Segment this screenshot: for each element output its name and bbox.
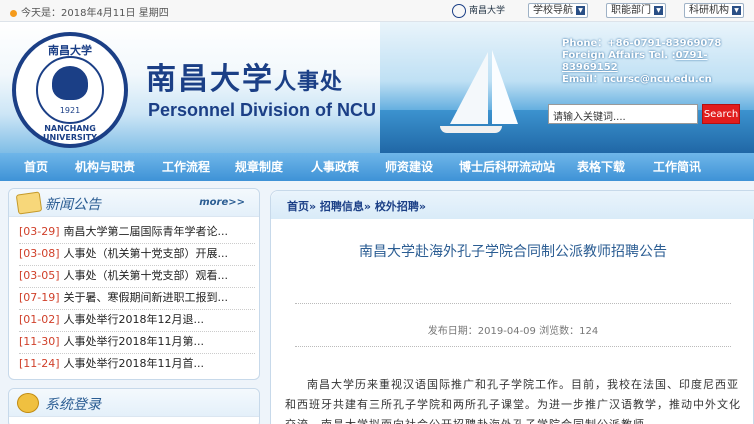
breadcrumb-links[interactable]: 首页» 招聘信息» 校外招聘» (287, 198, 426, 214)
news-item[interactable]: [11-30] 人事处举行2018年11月第... (19, 331, 255, 353)
divider (295, 346, 731, 347)
university-seal-icon (452, 3, 466, 18)
divider (295, 303, 731, 304)
article-meta: 发布日期：2019-04-09 浏览数：124 (427, 326, 599, 337)
top-bar: 今天是：2018年4月11日 星期四 南昌大学 学校导航 ▼ 职能部门 ▼ 科研机构… (0, 0, 754, 22)
nav-item-faculty[interactable]: 师资建设 (380, 153, 438, 181)
more-link[interactable]: more>> (199, 197, 245, 208)
top-logo[interactable]: 南昌大学 (452, 3, 505, 18)
article-body: 南昌大学历来重视汉语国际推广和孔子学院工作。目前，我校在法国、印度尼西亚和西班牙… (285, 378, 741, 424)
article-panel: 首页» 招聘信息» 校外招聘» 南昌大学赴海外孔子学院合同制公派教师招聘公告 发… (270, 190, 754, 424)
sail-graphic (492, 50, 518, 124)
news-item[interactable]: [03-08] 人事处（机关第十党支部）开展... (19, 243, 255, 265)
nav-item-regulations[interactable]: 规章制度 (230, 153, 288, 181)
nav-item-postdoc[interactable]: 博士后科研流动站 (456, 153, 558, 181)
header-banner: 南昌大学 1921 NANCHANG UNIVERSITY 南昌大学人事处 Pe… (0, 22, 754, 153)
chevron-down-icon: ▼ (654, 6, 663, 15)
breadcrumb: 首页» 招聘信息» 校外招聘» (271, 191, 754, 219)
news-panel-header: 新闻公告 more>> (9, 189, 259, 217)
news-item[interactable]: [03-29] 南昌大学第二届国际青年学者论... (19, 221, 255, 243)
news-book-icon (15, 191, 43, 215)
site-title-en: Personnel Division of NCU (148, 100, 377, 120)
chevron-down-icon: ▼ (732, 6, 741, 15)
news-item[interactable]: [11-24] 人事处举行2018年11月首... (19, 353, 255, 375)
date-display: 今天是：2018年4月11日 星期四 (10, 4, 169, 19)
tree-icon (52, 66, 88, 100)
nav-item-newsletter[interactable]: 工作简讯 (648, 153, 706, 181)
nav-item-home[interactable]: 首页 (14, 153, 58, 181)
site-title-cn: 南昌大学人事处 (146, 62, 344, 97)
news-item[interactable]: [07-19] 关于暑、寒假期间新进职工报到... (19, 287, 255, 309)
search-button[interactable]: Search (702, 104, 740, 124)
sail-graphic (450, 52, 488, 124)
university-emblem[interactable]: 南昌大学 1921 NANCHANG UNIVERSITY (12, 32, 128, 148)
main-nav: 首页 机构与职责 工作流程 规章制度 人事政策 师资建设 博士后科研流动站 表格… (0, 153, 754, 181)
bullet-icon (10, 9, 17, 17)
news-item[interactable]: [01-02] 人事处举行2018年12月退... (19, 309, 255, 331)
nav-item-organization[interactable]: 机构与职责 (72, 153, 138, 181)
chevron-down-icon: ▼ (576, 6, 585, 15)
research-dropdown[interactable]: 科研机构 ▼ (684, 3, 744, 18)
nav-item-workflow[interactable]: 工作流程 (156, 153, 216, 181)
nav-item-policies[interactable]: 人事政策 (306, 153, 364, 181)
boat-hull-graphic (440, 126, 502, 133)
news-panel: 新闻公告 more>> [03-29] 南昌大学第二届国际青年学者论... [03… (8, 188, 260, 380)
login-panel: 系统登录 (8, 388, 260, 424)
article-title: 南昌大学赴海外孔子学院合同制公派教师招聘公告 (359, 244, 667, 260)
login-panel-header: 系统登录 (9, 389, 259, 417)
search-input[interactable]: 请输入关键词.... (548, 104, 698, 124)
contact-info: Phone：+86-0791-83969078 Foreign Affairs … (562, 38, 722, 85)
school-nav-dropdown[interactable]: 学校导航 ▼ (528, 3, 588, 18)
departments-dropdown[interactable]: 职能部门 ▼ (606, 3, 666, 18)
login-key-icon (17, 393, 39, 413)
news-item[interactable]: [03-05] 人事处（机关第十党支部）观看... (19, 265, 255, 287)
nav-item-downloads[interactable]: 表格下载 (572, 153, 630, 181)
